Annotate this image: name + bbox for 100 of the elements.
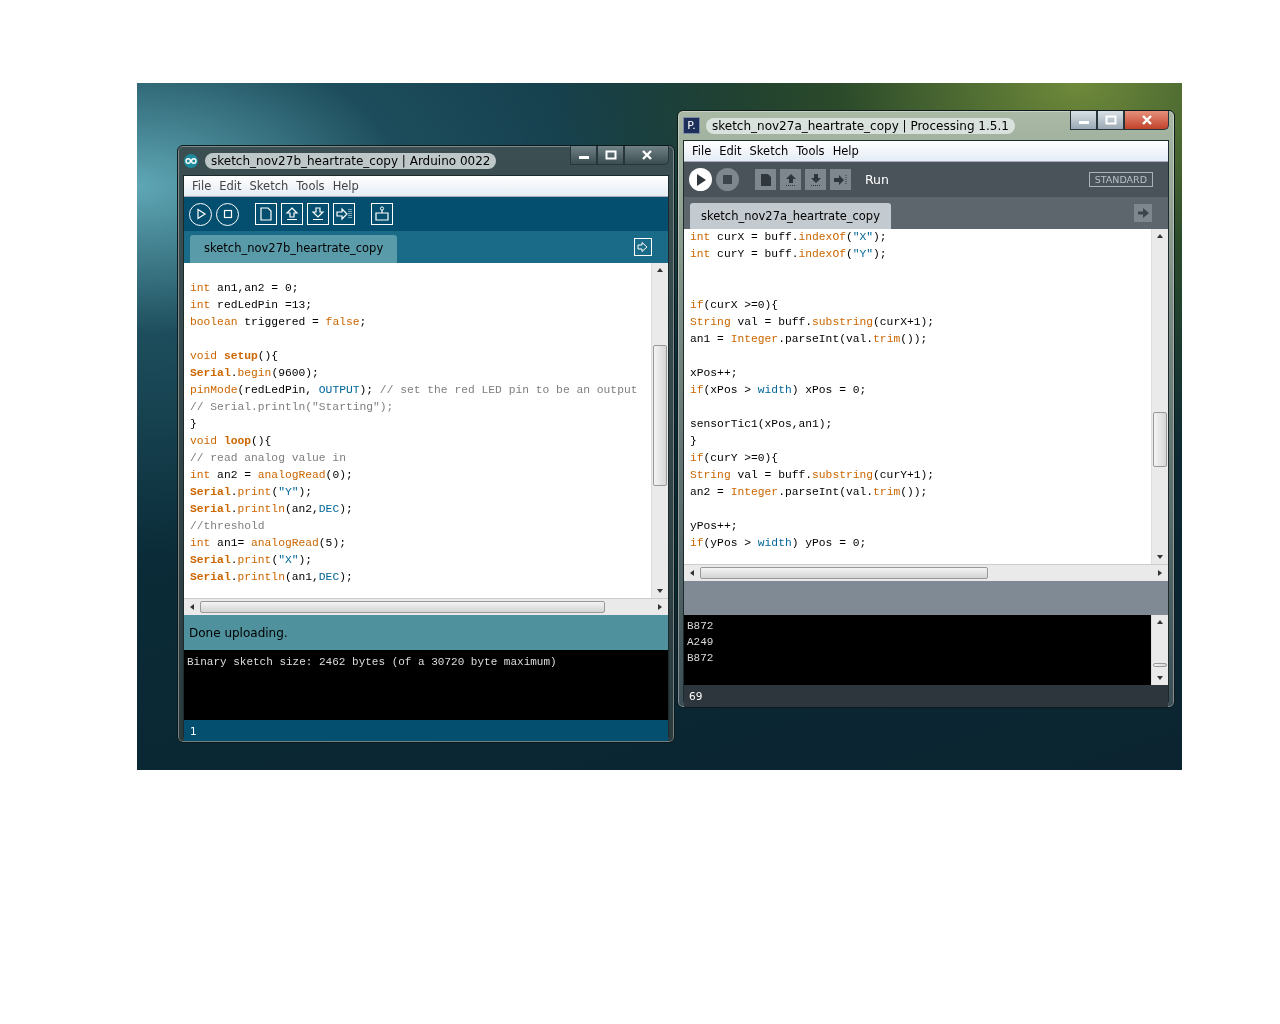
code-line: Serial.print("X"); [190,553,314,568]
console-line: Binary sketch size: 2462 bytes (of a 30720 byte maximum) [186,655,557,670]
code-line: int curY = buff.indexOf("Y"); [690,247,888,262]
code-line: int an2 = analogRead(0); [190,468,354,483]
vertical-scrollbar[interactable] [651,263,668,598]
tab-menu-button[interactable] [634,238,652,256]
code-line: // read analog value in [190,451,347,466]
down-arrow-icon [809,172,822,187]
menu-item[interactable]: Help [328,179,363,193]
code-line: int an1,an2 = 0; [190,281,300,296]
code-line: if(yPos > width) yPos = 0; [690,536,868,551]
menu-item[interactable]: Sketch [745,144,793,158]
left-arrow-icon[interactable] [689,570,695,576]
menu-item[interactable]: Sketch [245,179,293,193]
menu-item[interactable]: Tools [292,179,329,193]
scrollbar-thumb[interactable] [700,567,988,579]
code-line: if(curY >=0){ [690,451,780,466]
right-arrow-icon [832,172,849,187]
window-title: sketch_nov27b_heartrate_copy | Arduino 0022 [205,152,497,169]
menu-item[interactable]: Help [828,144,863,158]
close-button[interactable] [624,146,669,165]
scrollbar-thumb[interactable] [1153,662,1167,667]
menu-item[interactable]: Edit [715,144,746,158]
play-icon [695,173,706,186]
up-arrow-button[interactable] [281,203,303,225]
down-arrow-icon[interactable] [657,588,663,594]
line-number: 69 [689,690,703,702]
sketch-tab[interactable]: sketch_nov27a_heartrate_copy [690,203,891,229]
mode-button[interactable]: STANDARD [1088,172,1153,187]
stop-button[interactable] [216,202,239,226]
scrollbar-thumb[interactable] [1153,411,1167,468]
sketch-tab[interactable]: sketch_nov27b_heartrate_copy [190,235,398,263]
vertical-scrollbar[interactable] [1151,615,1168,685]
up-arrow-icon[interactable] [1157,619,1163,625]
maximize-icon [1104,115,1117,125]
code-line: int redLedPin =13; [190,298,314,313]
code-line: Serial.print("Y"); [190,485,314,500]
menu-item[interactable]: Tools [792,144,829,158]
right-arrow-icon [336,207,352,221]
menu-item[interactable]: Edit [215,179,246,193]
right-arrow-icon[interactable] [657,604,663,610]
code-line: sensorTic1(xPos,an1); [690,417,834,432]
stop-icon [723,175,732,184]
code-line: void setup(){ [190,349,280,364]
left-arrow-icon[interactable] [189,604,195,610]
right-arrow-icon [637,241,649,253]
code-line: // Serial.println("Starting"); [190,400,395,415]
monitor-button[interactable] [371,203,393,225]
code-line: Serial.println(an2,DEC); [190,502,354,517]
down-arrow-icon[interactable] [1157,554,1163,560]
scrollbar-thumb[interactable] [653,344,667,486]
up-arrow-icon[interactable] [1157,233,1163,239]
monitor-icon [374,206,390,222]
minimize-button[interactable] [1070,111,1097,130]
page-icon [759,172,772,187]
toolbar-label: Run [865,172,889,187]
code-line: an1 = Integer.parseInt(val.trim()); [690,332,929,347]
code-line: Serial.begin(9600); [190,366,320,381]
code-line: } [690,434,698,449]
right-arrow-button[interactable] [333,203,355,225]
maximize-icon [604,150,617,160]
close-icon [640,150,653,160]
right-arrow-icon[interactable] [1157,570,1163,576]
code-line: String val = buff.substring(curY+1); [690,468,936,483]
code-line: String val = buff.substring(curX+1); [690,315,936,330]
close-button[interactable] [1124,111,1169,130]
minimize-button[interactable] [570,146,597,165]
menu-item[interactable]: File [188,179,216,193]
scrollbar-thumb[interactable] [200,601,606,613]
down-arrow-button[interactable] [307,203,329,225]
vertical-scrollbar[interactable] [1151,229,1168,564]
tab-menu-button[interactable] [1134,204,1152,222]
code-line: //threshold [190,519,266,534]
stop-icon [222,209,233,219]
up-arrow-icon [285,207,299,221]
maximize-button[interactable] [1097,111,1124,130]
line-number: 1 [190,724,197,737]
up-arrow-icon[interactable] [657,267,663,273]
code-line: an2 = Integer.parseInt(val.trim()); [690,485,929,500]
code-line: Serial.println(an1,DEC); [190,570,354,585]
code-line: xPos++; [690,366,739,381]
up-arrow-icon [784,172,797,187]
code-line: int curX = buff.indexOf("X"); [690,230,888,245]
horizontal-scrollbar[interactable] [684,564,1168,581]
code-line: if(curX >=0){ [690,298,780,313]
code-line: yPos++; [690,519,739,534]
code-line: void loop(){ [190,434,273,449]
status-message: Done uploading. [189,625,288,640]
menu-item[interactable]: File [688,144,716,158]
play-icon [194,208,207,220]
page-button[interactable] [255,203,277,225]
down-arrow-icon[interactable] [1157,675,1163,681]
maximize-button[interactable] [597,146,624,165]
horizontal-scrollbar[interactable] [184,598,668,615]
console-line: B872 [686,619,715,634]
play-button[interactable] [189,202,212,226]
code-line: int an1= analogRead(5); [190,536,347,551]
console-line: B872 [686,651,715,666]
play-button[interactable] [689,168,712,191]
window-title: sketch_nov27a_heartrate_copy | Processing 1.5.1 [706,117,1015,134]
